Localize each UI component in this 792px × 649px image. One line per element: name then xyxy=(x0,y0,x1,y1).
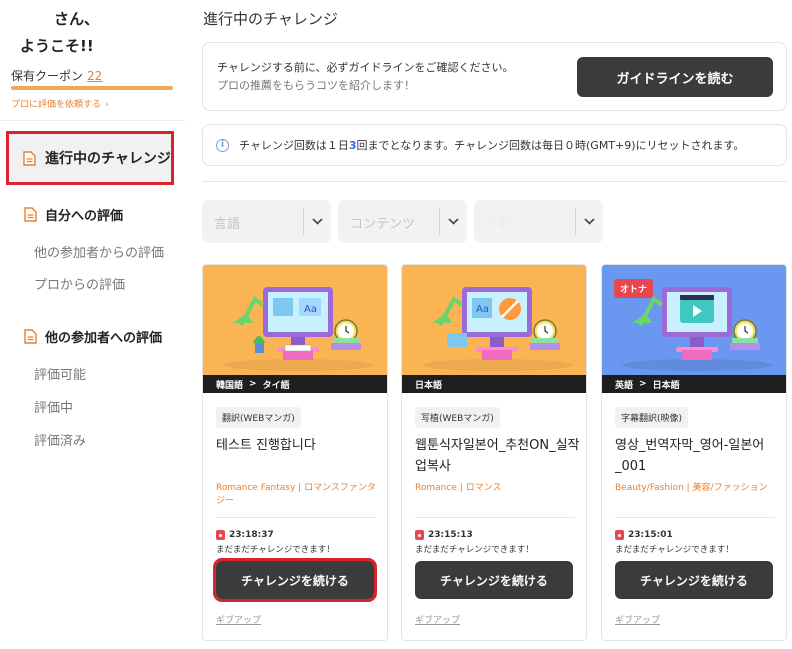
notice-limit-number: 3 xyxy=(348,139,357,152)
genre-label: Beauty/Fashion | 美容/ファッション xyxy=(615,483,768,493)
timer-icon xyxy=(216,530,225,540)
category-tag: 翻訳(WEBマンガ) xyxy=(216,407,301,428)
continue-challenge-button[interactable]: チャレンジを続ける xyxy=(213,558,377,602)
arrow-right-icon: > xyxy=(249,379,257,389)
arrow-right-icon: > xyxy=(639,379,647,389)
timer-text: 23:18:37 xyxy=(229,530,274,540)
coupon-progress-fill xyxy=(11,86,173,90)
timer-note: まだまだチャレンジできます！ xyxy=(216,545,335,555)
challenge-card[interactable]: Aa 日本語 写植(WEBマンガ) 웹툰식자일본어_추천ON_실작업복사 Rom… xyxy=(401,264,587,641)
sidebar-item-ongoing-challenges[interactable]: 進行中のチャレンジ xyxy=(6,131,174,185)
main-divider xyxy=(202,181,787,182)
sidebar-item-reviewed[interactable]: 評価済み xyxy=(34,430,86,449)
field-filter-select[interactable]: 分野 xyxy=(474,200,603,243)
coupon-info: 保有クーポン 22 xyxy=(11,67,102,84)
target-language: 日本語 xyxy=(652,380,680,391)
sidebar: さん、 ようこそ!! 保有クーポン 22 プロに評価を依頼する › 進行中のチャレン… xyxy=(0,0,185,649)
chevron-down-icon xyxy=(303,208,331,235)
category-tag: 字幕翻訳(映像) xyxy=(615,407,689,428)
give-up-link[interactable]: ギブアップ xyxy=(415,613,460,626)
card-thumbnail: Aa xyxy=(402,265,586,375)
timer-text: 23:15:13 xyxy=(428,530,473,540)
info-icon: i xyxy=(216,138,229,152)
timer-icon xyxy=(615,530,624,540)
filter-placeholder: 言語 xyxy=(214,217,241,232)
challenge-card[interactable]: Aa 韓国語 > タイ語 翻訳(WEBマンガ) 테스트 진행합니다 Romance … xyxy=(202,264,388,641)
give-up-link[interactable]: ギブアップ xyxy=(615,613,660,626)
genre-label: Romance Fantasy | ロマンスファンタジー xyxy=(216,483,376,506)
card-title[interactable]: 영상_번역자막_영어-일본어_001 xyxy=(615,435,780,477)
timer-note: まだまだチャレンジできます！ xyxy=(615,545,734,555)
document-icon xyxy=(23,150,36,166)
language-pair: 日本語 xyxy=(402,375,586,393)
continue-challenge-button[interactable]: チャレンジを続ける xyxy=(615,561,773,599)
svg-text:Aa: Aa xyxy=(476,304,489,315)
language-pair: 韓国語 > タイ語 xyxy=(203,375,387,393)
give-up-link[interactable]: ギブアップ xyxy=(216,613,261,626)
card-thumbnail: Aa xyxy=(203,265,387,375)
coupon-progress-bar xyxy=(11,86,173,90)
sidebar-item-label: 進行中のチャレンジ xyxy=(45,151,171,167)
welcome-text: ようこそ!! xyxy=(20,37,94,55)
notice-text-before: チャレンジ回数は１日 xyxy=(239,139,349,152)
language-pair: 英語 > 日本語 xyxy=(602,375,786,393)
guideline-subtext: プロの推薦をもらうコツを紹介します！ xyxy=(217,79,415,92)
notice-text: チャレンジ回数は１日3回までとなります。チャレンジ回数は毎日０時(GMT+9)に… xyxy=(239,137,744,153)
content-filter-select[interactable]: コンテンツ xyxy=(338,200,467,243)
coupon-count[interactable]: 22 xyxy=(87,69,102,83)
sidebar-item-reviewable[interactable]: 評価可能 xyxy=(34,364,86,383)
language-filter-select[interactable]: 言語 xyxy=(202,200,331,243)
desk-illustration-icon: Aa xyxy=(203,265,387,375)
request-pro-review-link[interactable]: プロに評価を依頼する › xyxy=(11,97,109,110)
source-language: 韓国語 xyxy=(216,380,244,391)
desk-illustration-icon: Aa xyxy=(402,265,586,375)
coupon-label: 保有クーポン xyxy=(11,69,84,83)
page-title: 進行中のチャレンジ xyxy=(203,10,338,28)
target-language: タイ語 xyxy=(262,380,290,391)
challenge-limit-notice: i チャレンジ回数は１日3回までとなります。チャレンジ回数は毎日０時(GMT+9… xyxy=(202,124,787,166)
adult-badge: オトナ xyxy=(614,279,654,298)
source-language: 英語 xyxy=(615,380,634,391)
read-guideline-button[interactable]: ガイドラインを読む xyxy=(577,57,773,97)
sidebar-item-reviewing[interactable]: 評価中 xyxy=(34,397,73,416)
notice-text-after: 回までとなります。チャレンジ回数は毎日０時(GMT+9)にリセットされます。 xyxy=(356,139,745,152)
guideline-panel: チャレンジする前に、必ずガイドラインをご確認ください。 プロの推薦をもらうコツを… xyxy=(202,42,787,111)
challenge-card[interactable]: オトナ 英語 > 日本語 字幕翻訳(映像) 영상_번역자막_영어-일본어_001 B… xyxy=(601,264,787,641)
card-title[interactable]: 테스트 진행합니다 xyxy=(216,435,381,456)
time-remaining: 23:18:37 xyxy=(216,530,274,540)
document-icon xyxy=(24,207,37,222)
chevron-down-icon xyxy=(575,208,603,235)
timer-icon xyxy=(415,530,424,540)
filter-placeholder: 分野 xyxy=(486,217,513,232)
sidebar-section-self-review[interactable]: 自分への評価 xyxy=(24,205,123,224)
genre-label: Romance | ロマンス xyxy=(415,483,502,493)
sidebar-item-peer-reviews[interactable]: 他の参加者からの評価 xyxy=(34,242,164,261)
guideline-text: チャレンジする前に、必ずガイドラインをご確認ください。 xyxy=(217,61,514,74)
sidebar-section-label: 他の参加者への評価 xyxy=(45,331,163,346)
filter-placeholder: コンテンツ xyxy=(350,217,416,232)
card-divider xyxy=(216,517,376,518)
sidebar-section-review-others[interactable]: 他の参加者への評価 xyxy=(24,327,162,346)
card-divider xyxy=(615,517,775,518)
card-thumbnail: オトナ xyxy=(602,265,786,375)
sidebar-section-label: 自分への評価 xyxy=(45,209,124,224)
time-remaining: 23:15:13 xyxy=(415,530,473,540)
greeting-text: さん、 xyxy=(54,10,100,28)
source-language: 日本語 xyxy=(415,380,443,391)
card-divider xyxy=(415,517,575,518)
chevron-down-icon xyxy=(439,208,467,235)
sidebar-divider xyxy=(0,120,185,121)
svg-text:Aa: Aa xyxy=(304,304,317,315)
continue-challenge-button[interactable]: チャレンジを続ける xyxy=(415,561,573,599)
request-pro-review-label: プロに評価を依頼する xyxy=(11,100,102,110)
category-tag: 写植(WEBマンガ) xyxy=(415,407,500,428)
chevron-right-icon: › xyxy=(105,100,109,110)
sidebar-item-pro-reviews[interactable]: プロからの評価 xyxy=(34,274,125,293)
timer-note: まだまだチャレンジできます！ xyxy=(415,545,534,555)
document-icon xyxy=(24,329,37,344)
time-remaining: 23:15:01 xyxy=(615,530,673,540)
timer-text: 23:15:01 xyxy=(628,530,673,540)
card-title[interactable]: 웹툰식자일본어_추천ON_실작업복사 xyxy=(415,435,580,477)
